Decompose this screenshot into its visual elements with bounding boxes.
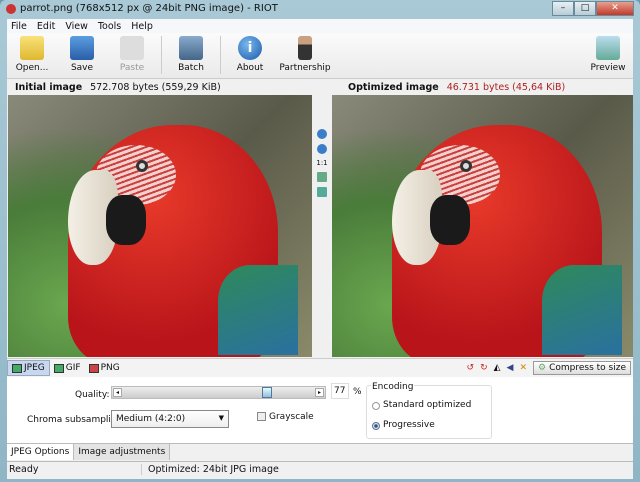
menu-tools[interactable]: Tools <box>98 21 121 32</box>
encoding-label: Encoding <box>371 382 415 392</box>
open-button[interactable]: Open... <box>7 36 57 73</box>
menu-edit[interactable]: Edit <box>37 21 55 32</box>
initial-image-label: Initial image <box>15 82 83 93</box>
radio-progressive[interactable] <box>372 422 380 430</box>
save-button[interactable]: Save <box>57 36 107 73</box>
progressive-label: Progressive <box>383 420 435 430</box>
format-tab-gif[interactable]: GIF <box>50 361 85 375</box>
format-tab-png[interactable]: PNG <box>85 361 124 375</box>
rotate-left-icon[interactable]: ↺ <box>467 363 475 373</box>
toolbar-separator <box>161 36 162 74</box>
format-bar: JPEG GIF PNG ↺ ↻ ◭ ◀ ✕ ⚙ Compress to size <box>7 358 633 377</box>
slider-thumb[interactable] <box>261 387 272 398</box>
chevron-down-icon: ▼ <box>218 414 224 422</box>
maximize-button[interactable]: □ <box>574 1 596 16</box>
jpeg-options-panel: Quality: ◂ ▸ 77 % Chroma subsampling: Me… <box>7 377 633 443</box>
crop-icon[interactable]: ✕ <box>519 363 527 373</box>
tab-image-adjustments[interactable]: Image adjustments <box>74 444 171 460</box>
quality-slider[interactable]: ◂ ▸ <box>111 386 326 399</box>
chroma-select[interactable]: Medium (4:2:0) ▼ <box>111 410 229 428</box>
preview-magnifier-icon <box>596 36 620 60</box>
quality-label: Quality: <box>75 390 110 400</box>
fit-icon[interactable] <box>317 172 327 182</box>
batch-icon <box>179 36 203 60</box>
menu-view[interactable]: View <box>65 21 88 32</box>
batch-button[interactable]: Batch <box>166 36 216 73</box>
riot-window: parrot.png (768x512 px @ 24bit PNG image… <box>0 0 640 482</box>
sync-icon[interactable] <box>317 187 327 197</box>
initial-image-view[interactable] <box>8 95 312 357</box>
zoom-out-icon[interactable] <box>317 144 327 154</box>
actual-size-button[interactable]: 1:1 <box>316 159 327 167</box>
folder-open-icon <box>20 36 44 60</box>
title-bar: parrot.png (768x512 px @ 24bit PNG image… <box>6 3 278 14</box>
encoding-group: Encoding Standard optimized Progressive <box>366 382 492 439</box>
standard-optimized-label: Standard optimized <box>383 400 472 410</box>
menu-bar: File Edit View Tools Help <box>7 19 633 33</box>
grayscale-checkbox[interactable] <box>257 412 266 421</box>
grayscale-label: Grayscale <box>269 412 314 422</box>
jpeg-icon <box>12 363 22 373</box>
optimized-image-size: 46.731 bytes (45,64 KiB) <box>446 82 566 93</box>
format-tab-jpeg[interactable]: JPEG <box>7 360 50 376</box>
menu-file[interactable]: File <box>11 21 27 32</box>
quality-unit: % <box>353 387 362 397</box>
app-icon <box>6 3 16 14</box>
png-icon <box>88 363 99 373</box>
rotate-right-icon[interactable]: ↻ <box>480 363 488 373</box>
toolbar: Open... Save Paste Batch i About Partners… <box>7 33 633 79</box>
gear-icon: ⚙ <box>538 363 547 373</box>
paste-icon <box>120 36 144 60</box>
flip-horizontal-icon[interactable]: ◭ <box>494 363 501 373</box>
bottom-tabs: JPEG Options Image adjustments <box>7 443 633 460</box>
status-bar: Ready Optimized: 24bit JPG image <box>7 461 633 477</box>
preview-button[interactable]: Preview <box>583 36 633 73</box>
zoom-strip: 1:1 <box>312 95 332 357</box>
about-button[interactable]: i About <box>225 36 275 73</box>
window-title: parrot.png (768x512 px @ 24bit PNG image… <box>20 3 278 14</box>
paste-button[interactable]: Paste <box>107 36 157 73</box>
initial-image-size: 572.708 bytes (559,29 KiB) <box>90 82 221 93</box>
slider-left-arrow-icon[interactable]: ◂ <box>113 388 122 397</box>
floppy-disk-icon <box>70 36 94 60</box>
radio-standard-optimized[interactable] <box>372 402 380 410</box>
partnership-button[interactable]: Partnership <box>275 36 335 73</box>
info-icon: i <box>238 36 262 60</box>
minimize-button[interactable]: – <box>552 1 574 16</box>
flip-vertical-icon[interactable]: ◀ <box>507 363 514 373</box>
slider-right-arrow-icon[interactable]: ▸ <box>315 388 324 397</box>
status-right: Optimized: 24bit JPG image <box>148 464 279 475</box>
toolbar-separator <box>220 36 221 74</box>
quality-value[interactable]: 77 <box>331 383 349 399</box>
image-info-bar: Initial image 572.708 bytes (559,29 KiB) … <box>7 79 633 96</box>
compress-to-size-button[interactable]: ⚙ Compress to size <box>533 361 631 375</box>
tab-jpeg-options[interactable]: JPEG Options <box>7 444 75 460</box>
person-icon <box>298 36 312 60</box>
gif-icon <box>53 363 64 373</box>
optimized-image-label: Optimized image <box>348 82 439 93</box>
optimized-image-view[interactable] <box>332 95 633 357</box>
zoom-in-icon[interactable] <box>317 129 327 139</box>
close-button[interactable]: ✕ <box>596 1 634 16</box>
menu-help[interactable]: Help <box>131 21 153 32</box>
status-left: Ready <box>7 464 142 475</box>
